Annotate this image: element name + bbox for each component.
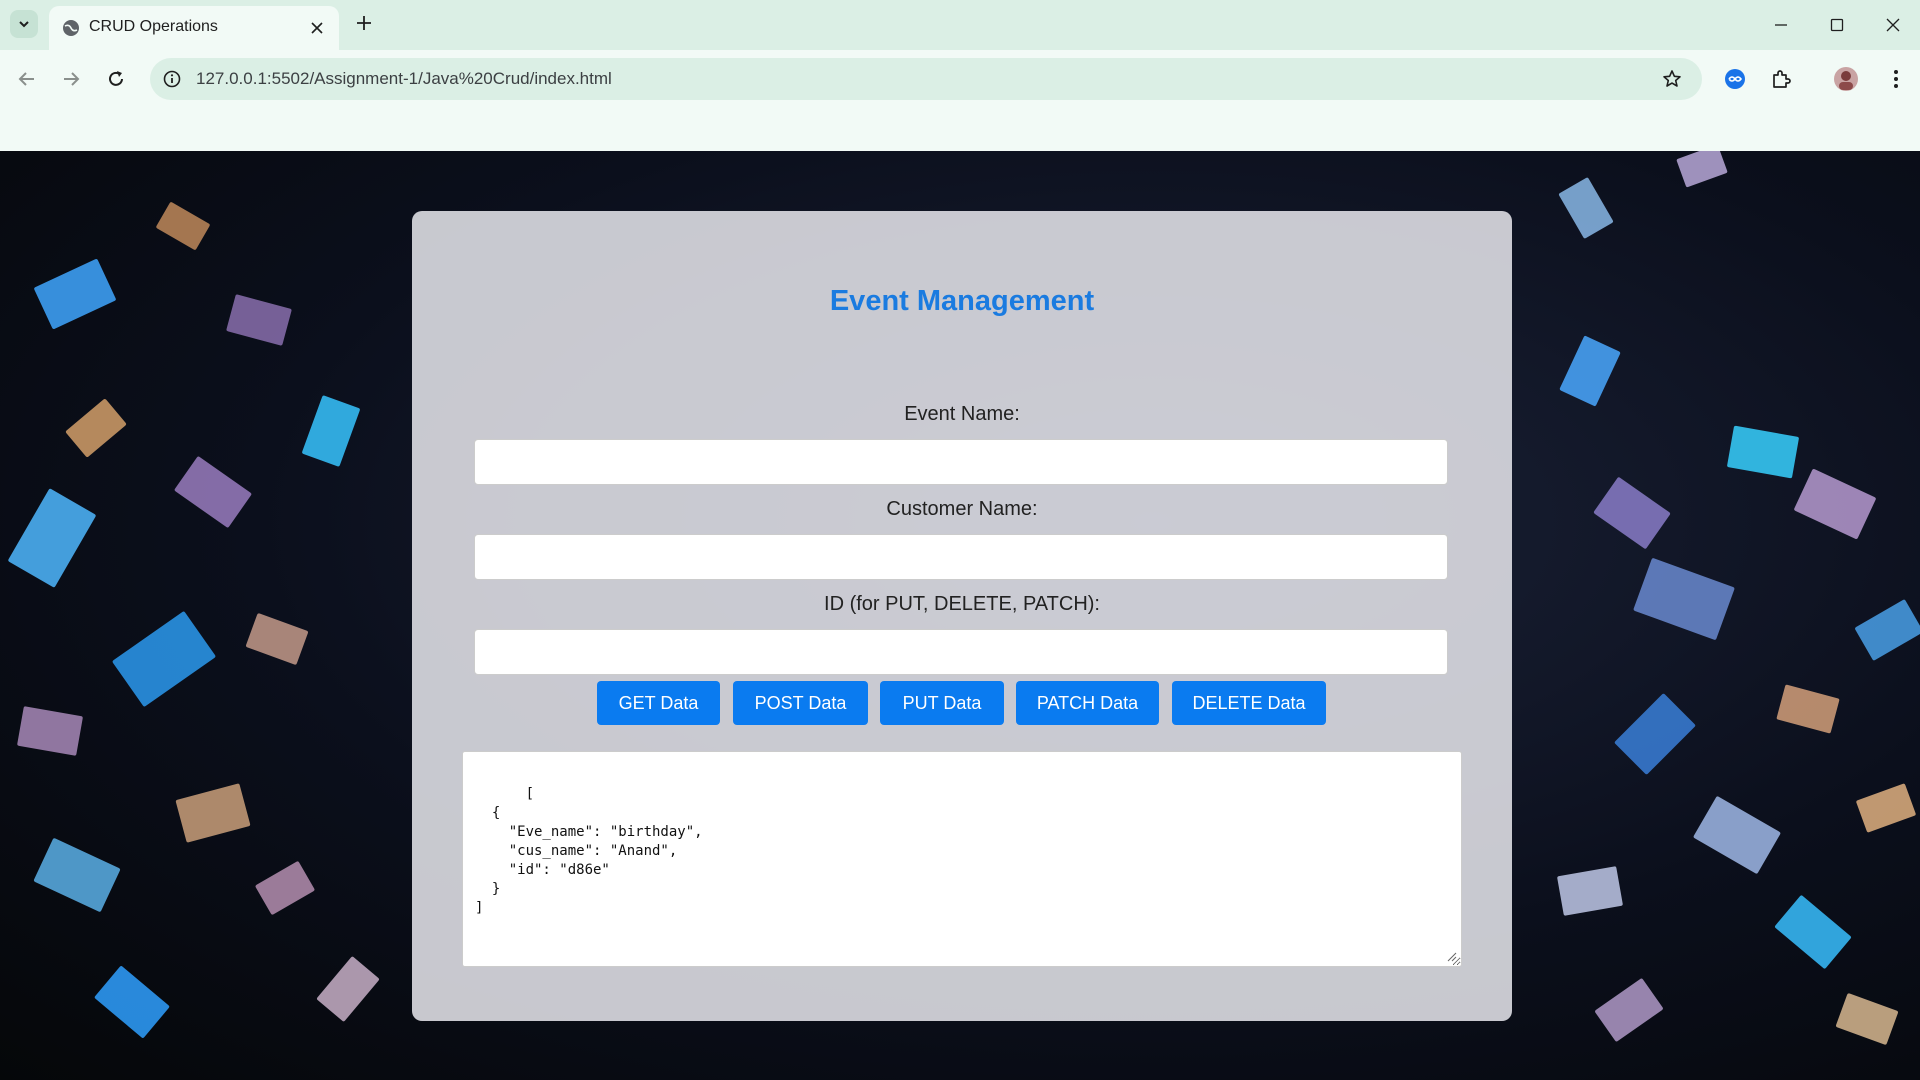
- page-title: Event Management: [829, 285, 1095, 317]
- star-icon[interactable]: [1660, 67, 1684, 91]
- maximize-icon[interactable]: [1822, 10, 1852, 40]
- bookmarks-bar: [0, 108, 1920, 151]
- post-data-button[interactable]: POST Data: [733, 681, 868, 725]
- window-close-icon[interactable]: [1878, 10, 1908, 40]
- close-icon[interactable]: [305, 16, 329, 40]
- extension-icon[interactable]: [1719, 63, 1751, 95]
- reload-icon[interactable]: [100, 63, 132, 95]
- output-text: [ { "Eve_name": "birthday", "cus_name": …: [475, 786, 703, 916]
- crud-form-card: Event Management Event Name: Customer Na…: [412, 211, 1512, 1021]
- puzzle-icon[interactable]: [1765, 63, 1797, 95]
- get-data-button[interactable]: GET Data: [597, 681, 720, 725]
- id-label: ID (for PUT, DELETE, PATCH):: [824, 593, 1100, 615]
- tab-title: CRUD Operations: [89, 18, 218, 35]
- action-buttons: GET Data POST Data PUT Data PATCH Data D…: [412, 681, 1512, 725]
- id-input[interactable]: [474, 629, 1448, 675]
- resize-grip-icon[interactable]: [1447, 952, 1457, 962]
- delete-data-button[interactable]: DELETE Data: [1172, 681, 1326, 725]
- avatar[interactable]: [1830, 63, 1862, 95]
- customer-name-label: Customer Name:: [886, 498, 1038, 520]
- browser-chrome: CRUD Operations 127.0.0.1:5502/Assignmen…: [0, 0, 1920, 151]
- toolbar: 127.0.0.1:5502/Assignment-1/Java%20Crud/…: [0, 50, 1920, 108]
- customer-name-input[interactable]: [474, 534, 1448, 580]
- back-icon[interactable]: [11, 63, 43, 95]
- url-text: 127.0.0.1:5502/Assignment-1/Java%20Crud/…: [196, 69, 612, 88]
- tab-search-icon[interactable]: [10, 10, 38, 38]
- tab-crud-operations[interactable]: CRUD Operations: [49, 6, 339, 50]
- minimize-icon[interactable]: [1766, 10, 1796, 40]
- tab-strip: CRUD Operations: [0, 0, 1920, 50]
- event-name-input[interactable]: [474, 439, 1448, 485]
- info-icon[interactable]: [160, 67, 184, 91]
- event-name-label: Event Name:: [904, 403, 1020, 425]
- forward-icon[interactable]: [55, 63, 87, 95]
- address-bar[interactable]: 127.0.0.1:5502/Assignment-1/Java%20Crud/…: [150, 58, 1702, 100]
- kebab-menu-icon[interactable]: [1880, 63, 1912, 95]
- put-data-button[interactable]: PUT Data: [880, 681, 1004, 725]
- page-viewport: Event Management Event Name: Customer Na…: [0, 151, 1920, 1080]
- globe-icon: [61, 18, 81, 38]
- plus-icon[interactable]: [352, 11, 376, 35]
- output-textarea[interactable]: [ { "Eve_name": "birthday", "cus_name": …: [462, 751, 1462, 967]
- patch-data-button[interactable]: PATCH Data: [1016, 681, 1159, 725]
